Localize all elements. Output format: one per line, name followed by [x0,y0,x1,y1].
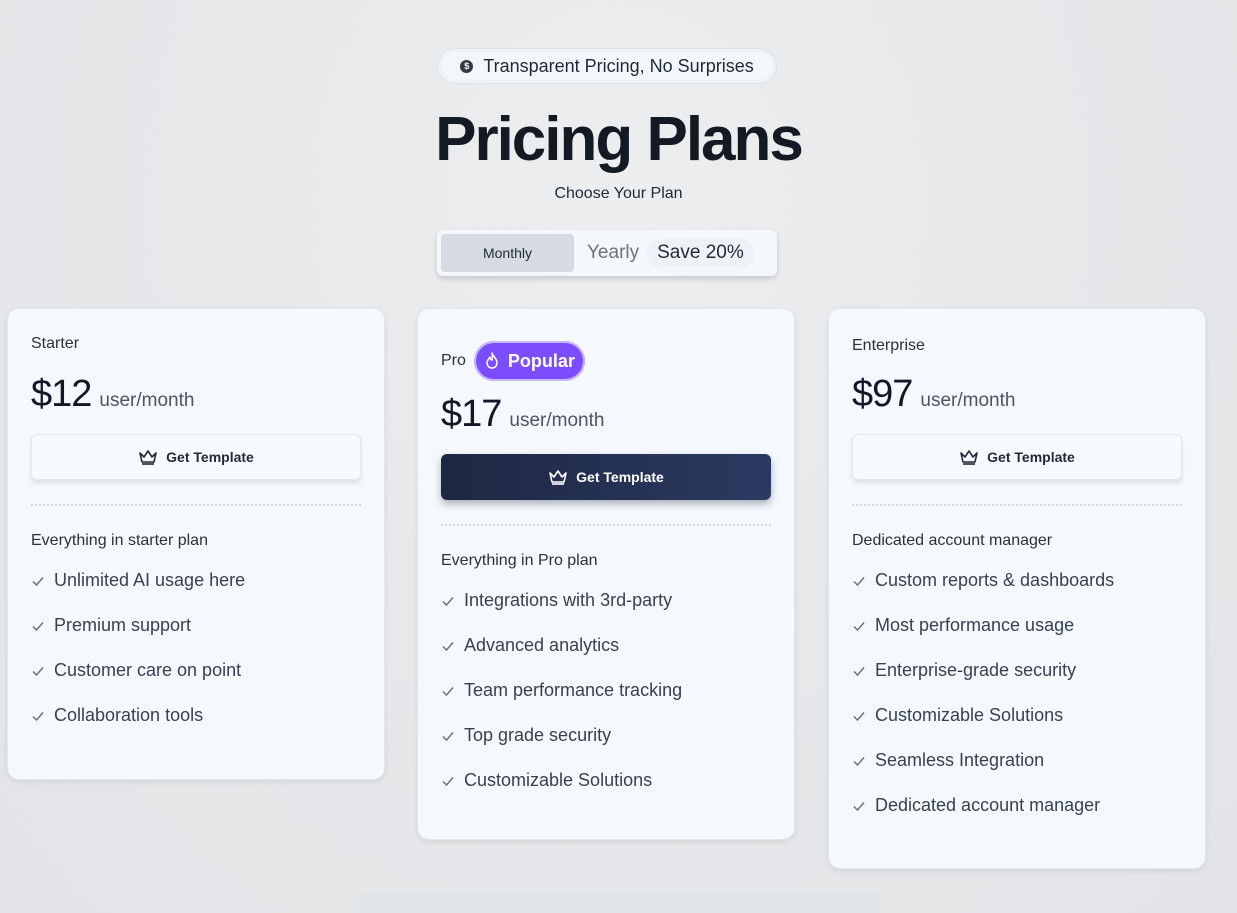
feature-text: Customizable Solutions [464,770,653,790]
feature-text: Custom reports & dashboards [875,570,1115,590]
pricing-badge-text: Transparent Pricing, No Surprises [483,55,754,76]
check-icon [853,576,865,586]
plan-name: Enterprise [852,337,925,354]
toggle-monthly-button[interactable]: Monthly [441,234,574,272]
check-icon [853,756,865,766]
feature-item: Dedicated account manager [852,783,1182,828]
feature-item: Customer care on point [31,648,361,693]
feature-item: Customizable Solutions [441,758,771,803]
feature-item: Custom reports & dashboards [852,558,1182,603]
feature-text: Premium support [54,615,192,635]
feature-item: Seamless Integration [852,738,1182,783]
feature-text: Advanced analytics [464,635,620,655]
page-title: Pricing Plans [435,105,804,174]
feature-item: Collaboration tools [31,693,361,738]
feature-text: Most performance usage [875,615,1075,635]
plan-price: $12 [31,373,92,415]
feature-heading: Everything in starter plan [31,532,208,549]
check-icon [32,666,44,676]
check-icon [853,621,865,631]
plan-price-unit: user/month [509,410,605,431]
get-template-button[interactable]: Get Template [31,434,361,480]
flame-icon [486,352,498,369]
popular-badge: Popular [473,341,585,381]
feature-list: Integrations with 3rd-party Advanced ana… [441,578,771,803]
plan-card-starter: Starter $12 user/month Get Template Ever… [7,308,385,780]
popular-badge-label: Popular [507,350,575,371]
feature-item: Team performance tracking [441,668,771,713]
feature-item: Unlimited AI usage here [31,558,361,603]
get-template-label: Get Template [987,449,1075,465]
feature-text: Customer care on point [54,660,242,680]
feature-text: Unlimited AI usage here [54,570,246,590]
get-template-label: Get Template [166,449,254,465]
bottom-bar [360,893,880,913]
check-icon [442,641,454,651]
get-template-button[interactable]: Get Template [852,434,1182,480]
divider [852,504,1182,506]
check-icon [442,731,454,741]
feature-text: Enterprise-grade security [875,660,1077,680]
divider [441,524,771,526]
feature-item: Integrations with 3rd-party [441,578,771,623]
plan-name: Starter [31,335,80,352]
check-icon [32,711,44,721]
feature-text: Seamless Integration [875,750,1045,770]
feature-list: Unlimited AI usage here Premium support … [31,558,361,738]
check-icon [853,666,865,676]
get-template-label: Get Template [576,469,664,485]
crown-icon [139,450,157,465]
feature-text: Top grade security [464,725,612,745]
feature-text: Dedicated account manager [875,795,1101,815]
feature-text: Customizable Solutions [875,705,1064,725]
plan-card-enterprise: Enterprise $97 user/month Get Template D… [828,308,1206,869]
feature-heading: Dedicated account manager [852,532,1053,549]
toggle-yearly-button[interactable]: Yearly [587,242,639,264]
feature-item: Premium support [31,603,361,648]
get-template-button[interactable]: Get Template [441,454,771,500]
crown-icon [960,450,978,465]
check-icon [32,576,44,586]
pricing-badge: $ Transparent Pricing, No Surprises [437,48,777,84]
feature-text: Collaboration tools [54,705,204,725]
feature-heading: Everything in Pro plan [441,552,598,569]
plan-price-unit: user/month [920,390,1016,411]
plan-card-pro: Pro Popular $17 user/month Get Template … [417,308,795,840]
coin-icon: $ [460,59,474,73]
save-badge: Save 20% [647,239,754,267]
check-icon [442,686,454,696]
check-icon [32,621,44,631]
billing-toggle: Monthly Yearly Save 20% [437,230,777,276]
check-icon [853,711,865,721]
check-icon [442,596,454,606]
check-icon [442,776,454,786]
page-subtitle: Choose Your Plan [554,185,683,202]
check-icon [853,801,865,811]
feature-item: Enterprise-grade security [852,648,1182,693]
plan-price: $17 [441,393,502,435]
divider [31,504,361,506]
feature-list: Custom reports & dashboards Most perform… [852,558,1182,828]
plan-price-unit: user/month [99,390,195,411]
feature-text: Team performance tracking [464,680,683,700]
feature-item: Top grade security [441,713,771,758]
feature-item: Most performance usage [852,603,1182,648]
feature-item: Customizable Solutions [852,693,1182,738]
plan-price: $97 [852,373,913,415]
feature-text: Integrations with 3rd-party [464,590,673,610]
feature-item: Advanced analytics [441,623,771,668]
crown-icon [549,470,567,485]
plan-name: Pro [441,352,466,369]
